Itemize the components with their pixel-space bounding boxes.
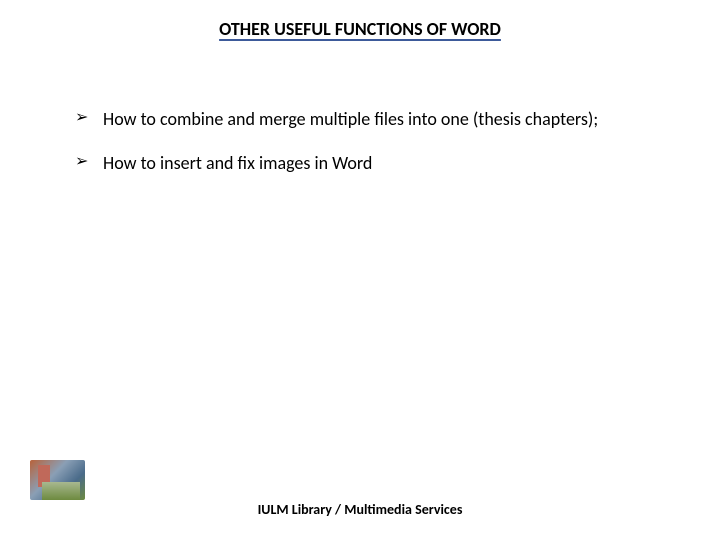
list-item: ➢ How to combine and merge multiple file…: [75, 100, 645, 140]
list-item: ➢ How to insert and fix images in Word: [75, 144, 645, 184]
content-area: ➢ How to combine and merge multiple file…: [0, 40, 720, 183]
arrow-bullet-icon: ➢: [75, 100, 88, 135]
bullet-text: How to combine and merge multiple files …: [103, 108, 598, 130]
slide-title: OTHER USEFUL FUNCTIONS OF WORD: [0, 0, 720, 40]
footer-text: IULM Library / Multimedia Services: [0, 501, 720, 518]
arrow-bullet-icon: ➢: [75, 144, 88, 179]
campus-logo-image: [30, 460, 85, 500]
bullet-text: How to insert and fix images in Word: [103, 152, 372, 174]
bullet-list: ➢ How to combine and merge multiple file…: [75, 100, 645, 183]
